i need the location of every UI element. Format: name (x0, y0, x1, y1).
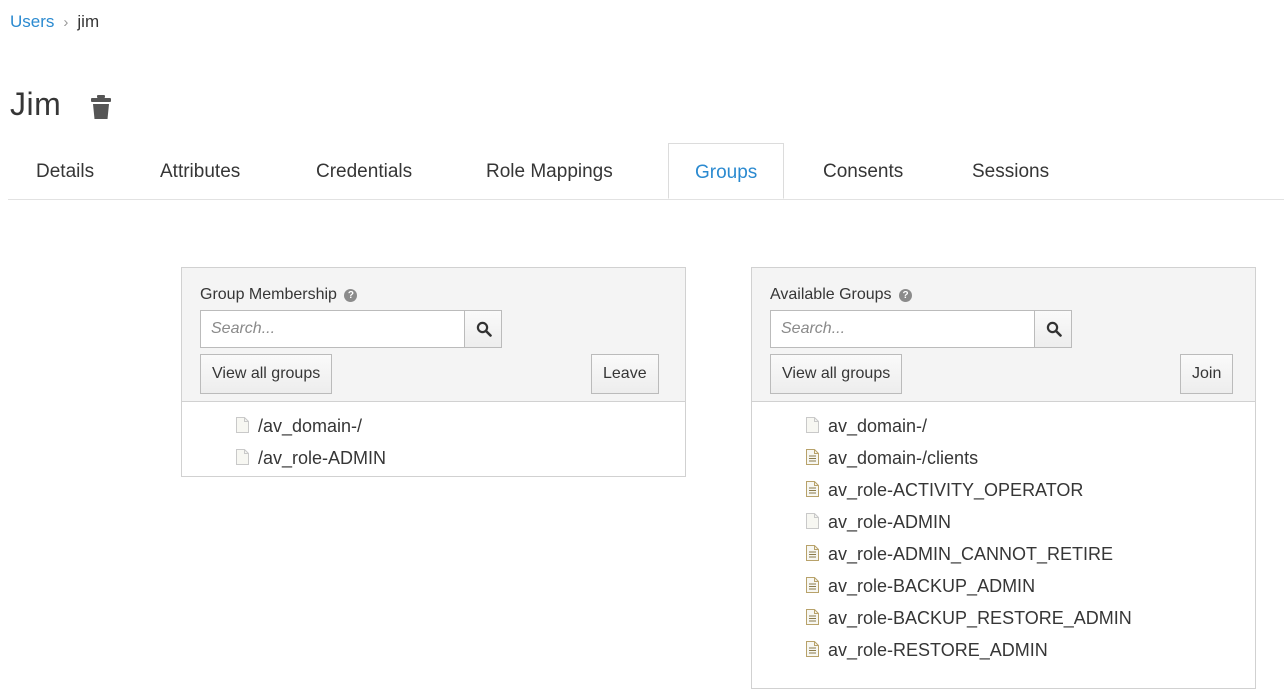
group-tree-item-label: av_role-RESTORE_ADMIN (828, 640, 1048, 660)
help-icon[interactable]: ? (899, 289, 913, 302)
tab-consents[interactable]: Consents (823, 143, 903, 199)
file-text-icon (806, 603, 819, 625)
tab-attributes[interactable]: Attributes (160, 143, 240, 199)
available-groups-list: av_domain-/ av_domain-/clients av_role-ACT… (806, 410, 1132, 666)
breadcrumb: Users › jim (10, 12, 99, 32)
file-blank-icon (806, 411, 819, 433)
group-tree-item[interactable]: av_role-RESTORE_ADMIN (806, 634, 1132, 666)
file-text-icon (806, 635, 819, 657)
group-tree-item[interactable]: av_role-ADMIN (806, 506, 1132, 538)
tab-credentials[interactable]: Credentials (316, 143, 412, 199)
group-tree-item[interactable]: av_domain-/ (806, 410, 1132, 442)
group-tree-item[interactable]: av_role-BACKUP_ADMIN (806, 570, 1132, 602)
file-blank-icon (236, 411, 249, 433)
page-title: Jim (10, 86, 62, 122)
search-icon (476, 321, 492, 337)
group-tree-item[interactable]: av_role-ACTIVITY_OPERATOR (806, 474, 1132, 506)
available-groups-search-button[interactable] (1034, 310, 1072, 348)
group-membership-search-input[interactable] (200, 310, 465, 348)
group-tree-item[interactable]: av_domain-/clients (806, 442, 1132, 474)
group-tree-item[interactable]: av_role-ADMIN_CANNOT_RETIRE (806, 538, 1132, 570)
available-groups-title: Available Groups ? (770, 286, 913, 304)
file-text-icon (806, 571, 819, 593)
file-blank-icon (236, 443, 249, 465)
available-groups-header: Available Groups ? View all groups Join (752, 268, 1255, 402)
group-membership-search-button[interactable] (464, 310, 502, 348)
trash-icon[interactable] (90, 94, 116, 122)
group-membership-panel: Group Membership ? View all groups Leave… (181, 267, 686, 477)
group-tree-item[interactable]: /av_domain-/ (236, 410, 386, 442)
available-groups-search-input[interactable] (770, 310, 1035, 348)
group-membership-list: /av_domain-/ /av_role-ADMIN (236, 410, 386, 474)
available-groups-title-text: Available Groups (770, 286, 892, 303)
group-tree-item-label: av_domain-/ (828, 416, 928, 436)
search-icon (1046, 321, 1062, 337)
available-groups-panel: Available Groups ? View all groups Join … (751, 267, 1256, 689)
group-tree-item-label: av_role-ADMIN_CANNOT_RETIRE (828, 544, 1114, 564)
group-tree-item-label: av_role-BACKUP_ADMIN (828, 576, 1036, 596)
help-icon[interactable]: ? (344, 289, 358, 302)
group-membership-title: Group Membership ? (200, 286, 358, 304)
tab-groups[interactable]: Groups (668, 143, 785, 199)
group-tree-item[interactable]: /av_role-ADMIN (236, 442, 386, 474)
join-button[interactable]: Join (1180, 354, 1234, 394)
group-tree-item[interactable]: av_role-BACKUP_RESTORE_ADMIN (806, 602, 1132, 634)
breadcrumb-separator: › (63, 14, 69, 31)
group-tree-item-label: /av_role-ADMIN (258, 448, 387, 468)
file-text-icon (806, 475, 819, 497)
group-tree-item-label: av_role-ADMIN (828, 512, 952, 532)
view-all-groups-button[interactable]: View all groups (770, 354, 903, 394)
file-text-icon (806, 443, 819, 465)
breadcrumb-users-link[interactable]: Users (10, 12, 54, 31)
tab-sessions[interactable]: Sessions (972, 143, 1049, 199)
group-tree-item-label: av_domain-/clients (828, 448, 979, 468)
group-membership-search (200, 310, 502, 348)
group-tree-item-label: av_role-BACKUP_RESTORE_ADMIN (828, 608, 1132, 628)
view-all-groups-button[interactable]: View all groups (200, 354, 333, 394)
available-groups-search (770, 310, 1072, 348)
tab-bar: Details Attributes Credentials Role Mapp… (8, 143, 1284, 200)
file-text-icon (806, 539, 819, 561)
group-tree-item-label: av_role-ACTIVITY_OPERATOR (828, 480, 1084, 500)
breadcrumb-current: jim (77, 12, 100, 31)
tab-details[interactable]: Details (36, 143, 94, 199)
file-blank-icon (806, 507, 819, 529)
tab-role-mappings[interactable]: Role Mappings (486, 143, 613, 199)
group-membership-title-text: Group Membership (200, 286, 337, 303)
group-tree-item-label: /av_domain-/ (258, 416, 363, 436)
group-membership-header: Group Membership ? View all groups Leave (182, 268, 685, 402)
leave-button[interactable]: Leave (591, 354, 659, 394)
